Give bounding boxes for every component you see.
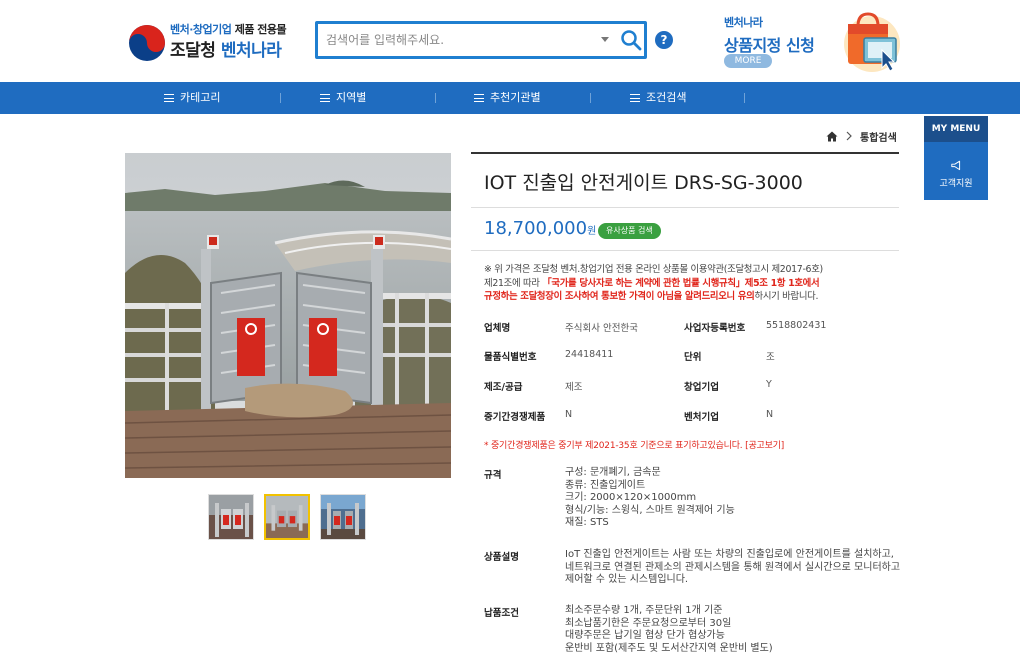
thumbnail-image <box>266 496 308 538</box>
gate-photo <box>125 153 451 478</box>
taegeuk-logo-icon <box>129 25 165 61</box>
delivery-item: 대량주문은 납기일 협상 단가 협상가능 <box>565 630 725 642</box>
delivery-item: 최소납품기한은 주문요청으로부터 30일 <box>565 617 732 629</box>
more-button[interactable]: MORE <box>724 54 772 68</box>
divider <box>471 250 899 251</box>
site-header: 벤처·창업기업 제품 전용몰 조달청 벤처나라 ? 벤처나라 상품지정 신청 M… <box>0 0 1020 82</box>
help-icon[interactable]: ? <box>655 31 673 49</box>
nav-divider <box>590 93 591 103</box>
info-top-divider <box>471 152 899 154</box>
logo-tagline: 벤처·창업기업 제품 전용몰 <box>170 23 287 36</box>
desc-label: 상품설명 <box>484 552 519 563</box>
delivery-item: 운반비 포함(제주도 및 도서산간지역 운반비 별도) <box>565 642 773 654</box>
price-unit: 원 <box>587 226 597 237</box>
itemno-value: 24418411 <box>565 349 614 360</box>
product-title: IOT 진출입 안전게이트 DRS-SG-3000 <box>484 172 803 194</box>
hamburger-icon <box>474 94 484 102</box>
product-main-image <box>125 153 451 478</box>
site-logo[interactable]: 벤처·창업기업 제품 전용몰 조달청 벤처나라 <box>128 18 298 62</box>
bizno-label: 사업자등록번호 <box>684 323 746 334</box>
product-description: IoT 진출입 안전게이트는 사람 또는 차량의 진출입로에 안전게이트를 설치… <box>565 549 901 587</box>
nav-item-recommend-org[interactable]: 추천기관별 <box>474 82 541 114</box>
notice-line: 제21조에 따라 「국가를 당사자로 하는 계약에 관한 법률 시행규칙」제5조… <box>484 277 820 289</box>
notice-line: ※ 위 가격은 조달청 벤처.창업기업 전용 온라인 상품몰 이용약관(조달청고… <box>484 264 823 275</box>
search-icon[interactable] <box>619 28 643 52</box>
notice-line: 규정하는 조달청장이 조사하여 통보한 가격이 아님을 알려드리오니 유의하시기… <box>484 291 819 302</box>
maker-label: 제조/공급 <box>484 382 523 393</box>
nav-label: 지역별 <box>336 91 367 104</box>
startup-value: Y <box>766 379 772 390</box>
chevron-right-icon <box>846 131 852 141</box>
nav-label: 추천기관별 <box>490 91 541 104</box>
search-box <box>315 21 647 59</box>
main-nav: 카테고리 지역별 추천기관별 조건검색 <box>0 82 1020 114</box>
product-price: 18,700,000원 <box>484 218 596 239</box>
shopping-bag-illustration <box>844 12 900 72</box>
unit-label: 단위 <box>684 352 702 363</box>
nav-item-condition-search[interactable]: 조건검색 <box>630 82 686 114</box>
search-dropdown-icon[interactable] <box>599 32 611 46</box>
delivery-item: 최소주문수량 1개, 주문단위 1개 기준 <box>565 605 723 616</box>
maker-value: 제조 <box>565 382 583 393</box>
home-icon[interactable] <box>826 131 838 142</box>
thumbnail-image <box>321 495 365 539</box>
price-value: 18,700,000 <box>484 218 588 239</box>
spec-item: 형식/기능: 스윙식, 스마트 원격제어 기능 <box>565 504 735 516</box>
hamburger-icon <box>320 94 330 102</box>
company-value: 주식회사 안전한국 <box>565 323 638 334</box>
apply-subtitle: 벤처나라 <box>724 16 763 29</box>
sme-notice-link[interactable]: * 중기간경쟁제품은 중기부 제2021-35호 기준으로 표기하고있습니다. … <box>484 438 784 451</box>
nav-divider <box>280 93 281 103</box>
nav-divider <box>744 93 745 103</box>
price-notice: ※ 위 가격은 조달청 벤처.창업기업 전용 온라인 상품몰 이용약관(조달청고… <box>484 263 894 304</box>
my-menu: MY MENU 고객지원 <box>924 116 988 200</box>
product-thumbnail[interactable] <box>208 494 254 540</box>
divider <box>471 207 899 208</box>
spec-label: 규격 <box>484 470 502 481</box>
nav-item-region[interactable]: 지역별 <box>320 82 366 114</box>
hamburger-icon <box>164 94 174 102</box>
spec-item: 크기: 2000×120×1000mm <box>565 492 697 504</box>
breadcrumb-current[interactable]: 통합검색 <box>860 129 897 144</box>
logo-title: 조달청 벤처나라 <box>170 41 282 61</box>
customer-support-button[interactable]: 고객지원 <box>924 142 988 200</box>
megaphone-icon <box>951 160 961 171</box>
spec-item: 구성: 문개폐기, 금속문 <box>565 467 661 478</box>
itemno-label: 물품식별번호 <box>484 352 537 363</box>
product-designation-apply[interactable]: 벤처나라 상품지정 신청 MORE <box>724 14 834 70</box>
venture-value: N <box>766 409 774 420</box>
similar-products-button[interactable]: 유사상품 검색 <box>598 223 661 239</box>
apply-title: 상품지정 신청 <box>724 36 815 55</box>
startup-label: 창업기업 <box>684 382 719 393</box>
my-menu-title: MY MENU <box>924 116 988 142</box>
bizno-value: 5518802431 <box>766 320 827 331</box>
delivery-list: 최소주문수량 1개, 주문단위 1개 기준 최소납품기한은 주문요청으로부터 3… <box>565 605 900 655</box>
sme-value: N <box>565 409 573 420</box>
nav-label: 조건검색 <box>646 91 687 104</box>
spec-item: 종류: 진출입게이트 <box>565 479 646 491</box>
description-text: IoT 진출입 안전게이트는 사람 또는 차량의 진출입로에 안전게이트를 설치… <box>565 549 901 586</box>
breadcrumb: 통합검색 <box>826 129 897 144</box>
hamburger-icon <box>630 94 640 102</box>
delivery-label: 납품조건 <box>484 608 519 619</box>
search-input[interactable] <box>326 29 586 51</box>
company-label: 업체명 <box>484 323 511 334</box>
spec-list: 구성: 문개폐기, 금속문 종류: 진출입게이트 크기: 2000×120×10… <box>565 467 900 530</box>
product-thumbnail-selected[interactable] <box>264 494 310 540</box>
nav-label: 카테고리 <box>180 91 221 104</box>
nav-item-category[interactable]: 카테고리 <box>164 82 220 114</box>
venture-label: 벤처기업 <box>684 412 719 423</box>
unit-value: 조 <box>766 352 775 363</box>
product-thumbnail[interactable] <box>320 494 366 540</box>
sme-label: 중기간경쟁제품 <box>484 412 546 423</box>
thumbnail-image <box>209 495 253 539</box>
nav-divider <box>435 93 436 103</box>
spec-item: 재질: STS <box>565 517 609 529</box>
customer-support-label: 고객지원 <box>939 179 973 189</box>
